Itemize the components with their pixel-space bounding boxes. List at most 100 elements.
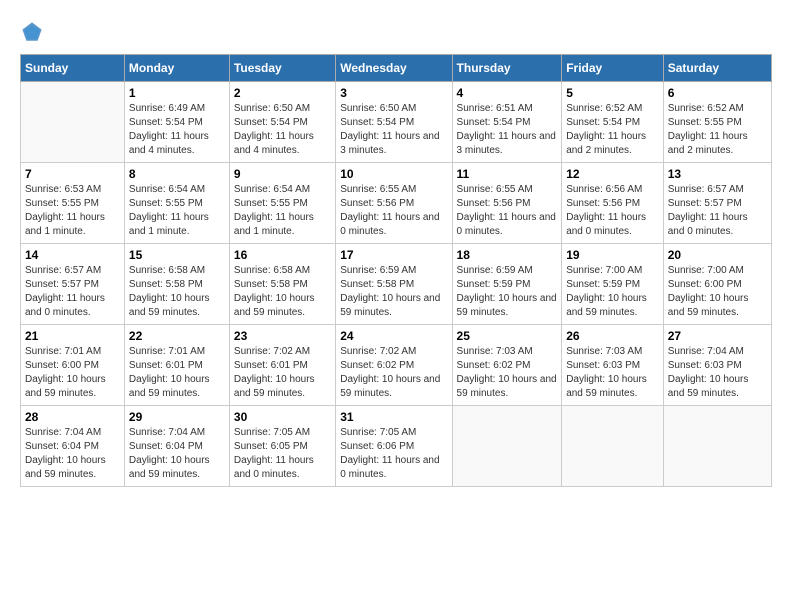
day-number: 15 [129, 248, 225, 262]
day-cell: 14 Sunrise: 6:57 AMSunset: 5:57 PMDayligh… [21, 244, 125, 325]
day-info: Sunrise: 6:51 AMSunset: 5:54 PMDaylight:… [457, 102, 558, 158]
day-cell: 23Sunrise: 7:02 AMSunset: 6:01 PMDayligh… [229, 325, 335, 406]
day-cell: 10 Sunrise: 6:55 AMSunset: 5:56 PMDayligh… [336, 163, 452, 244]
day-info: Sunrise: 6:54 AMSunset: 5:55 PMDaylight:… [234, 183, 331, 239]
day-cell: 16 Sunrise: 6:58 AMSunset: 5:58 PMDayligh… [229, 244, 335, 325]
day-number: 1 [129, 86, 225, 100]
week-row-5: 28 Sunrise: 7:04 AMSunset: 6:04 PMDayligh… [21, 406, 772, 487]
day-cell: 13 Sunrise: 6:57 AMSunset: 5:57 PMDayligh… [663, 163, 771, 244]
day-number: 25 [457, 329, 558, 343]
calendar-header: SundayMondayTuesdayWednesdayThursdayFrid… [21, 55, 772, 82]
day-info: Sunrise: 6:55 AMSunset: 5:56 PMDaylight:… [457, 183, 558, 239]
day-number: 21 [25, 329, 120, 343]
header-wednesday: Wednesday [336, 55, 452, 82]
day-number: 8 [129, 167, 225, 181]
day-cell: 2 Sunrise: 6:50 AMSunset: 5:54 PMDaylight… [229, 82, 335, 163]
calendar-table: SundayMondayTuesdayWednesdayThursdayFrid… [20, 54, 772, 487]
day-cell: 18 Sunrise: 6:59 AMSunset: 5:59 PMDayligh… [452, 244, 562, 325]
day-cell: 28 Sunrise: 7:04 AMSunset: 6:04 PMDayligh… [21, 406, 125, 487]
day-cell: 15 Sunrise: 6:58 AMSunset: 5:58 PMDayligh… [124, 244, 229, 325]
day-info: Sunrise: 7:04 AMSunset: 6:04 PMDaylight:… [129, 426, 225, 482]
day-info: Sunrise: 7:05 AMSunset: 6:06 PMDaylight:… [340, 426, 447, 482]
day-number: 13 [668, 167, 767, 181]
day-number: 10 [340, 167, 447, 181]
day-number: 20 [668, 248, 767, 262]
day-cell: 29Sunrise: 7:04 AMSunset: 6:04 PMDayligh… [124, 406, 229, 487]
header-thursday: Thursday [452, 55, 562, 82]
day-cell: 6 Sunrise: 6:52 AMSunset: 5:55 PMDaylight… [663, 82, 771, 163]
day-info: Sunrise: 6:52 AMSunset: 5:55 PMDaylight:… [668, 102, 767, 158]
header-saturday: Saturday [663, 55, 771, 82]
day-info: Sunrise: 6:55 AMSunset: 5:56 PMDaylight:… [340, 183, 447, 239]
day-cell: 8 Sunrise: 6:54 AMSunset: 5:55 PMDaylight… [124, 163, 229, 244]
day-number: 11 [457, 167, 558, 181]
day-cell: 22 Sunrise: 7:01 AMSunset: 6:01 PMDayligh… [124, 325, 229, 406]
day-info: Sunrise: 7:01 AMSunset: 6:00 PMDaylight:… [25, 345, 120, 401]
calendar-body: 1Sunrise: 6:49 AMSunset: 5:54 PMDaylight… [21, 82, 772, 487]
day-number: 18 [457, 248, 558, 262]
day-cell: 31Sunrise: 7:05 AMSunset: 6:06 PMDayligh… [336, 406, 452, 487]
day-number: 3 [340, 86, 447, 100]
day-number: 7 [25, 167, 120, 181]
day-cell: 5 Sunrise: 6:52 AMSunset: 5:54 PMDaylight… [562, 82, 664, 163]
day-cell: 7Sunrise: 6:53 AMSunset: 5:55 PMDaylight… [21, 163, 125, 244]
week-row-1: 1Sunrise: 6:49 AMSunset: 5:54 PMDaylight… [21, 82, 772, 163]
header-row: SundayMondayTuesdayWednesdayThursdayFrid… [21, 55, 772, 82]
page-header [20, 20, 772, 44]
day-number: 9 [234, 167, 331, 181]
day-cell [21, 82, 125, 163]
day-cell: 30 Sunrise: 7:05 AMSunset: 6:05 PMDayligh… [229, 406, 335, 487]
day-info: Sunrise: 6:58 AMSunset: 5:58 PMDaylight:… [129, 264, 225, 320]
day-info: Sunrise: 6:57 AMSunset: 5:57 PMDaylight:… [668, 183, 767, 239]
day-number: 19 [566, 248, 659, 262]
day-cell: 25 Sunrise: 7:03 AMSunset: 6:02 PMDayligh… [452, 325, 562, 406]
day-number: 28 [25, 410, 120, 424]
week-row-4: 21 Sunrise: 7:01 AMSunset: 6:00 PMDayligh… [21, 325, 772, 406]
day-info: Sunrise: 7:05 AMSunset: 6:05 PMDaylight:… [234, 426, 331, 482]
day-cell [663, 406, 771, 487]
day-info: Sunrise: 6:52 AMSunset: 5:54 PMDaylight:… [566, 102, 659, 158]
day-cell: 12 Sunrise: 6:56 AMSunset: 5:56 PMDayligh… [562, 163, 664, 244]
day-cell: 24Sunrise: 7:02 AMSunset: 6:02 PMDayligh… [336, 325, 452, 406]
day-cell [452, 406, 562, 487]
day-number: 14 [25, 248, 120, 262]
day-number: 16 [234, 248, 331, 262]
day-info: Sunrise: 6:59 AMSunset: 5:59 PMDaylight:… [457, 264, 558, 320]
day-info: Sunrise: 7:03 AMSunset: 6:02 PMDaylight:… [457, 345, 558, 401]
day-cell: 27 Sunrise: 7:04 AMSunset: 6:03 PMDayligh… [663, 325, 771, 406]
day-number: 17 [340, 248, 447, 262]
day-number: 30 [234, 410, 331, 424]
day-number: 22 [129, 329, 225, 343]
day-info: Sunrise: 7:00 AMSunset: 6:00 PMDaylight:… [668, 264, 767, 320]
day-number: 12 [566, 167, 659, 181]
day-info: Sunrise: 7:01 AMSunset: 6:01 PMDaylight:… [129, 345, 225, 401]
day-number: 27 [668, 329, 767, 343]
day-info: Sunrise: 7:02 AMSunset: 6:02 PMDaylight:… [340, 345, 447, 401]
day-cell: 9 Sunrise: 6:54 AMSunset: 5:55 PMDaylight… [229, 163, 335, 244]
day-info: Sunrise: 7:02 AMSunset: 6:01 PMDaylight:… [234, 345, 331, 401]
day-info: Sunrise: 7:00 AMSunset: 5:59 PMDaylight:… [566, 264, 659, 320]
day-number: 5 [566, 86, 659, 100]
day-info: Sunrise: 6:54 AMSunset: 5:55 PMDaylight:… [129, 183, 225, 239]
day-cell: 4 Sunrise: 6:51 AMSunset: 5:54 PMDaylight… [452, 82, 562, 163]
day-number: 6 [668, 86, 767, 100]
day-cell: 19 Sunrise: 7:00 AMSunset: 5:59 PMDayligh… [562, 244, 664, 325]
day-cell: 17Sunrise: 6:59 AMSunset: 5:58 PMDayligh… [336, 244, 452, 325]
day-number: 2 [234, 86, 331, 100]
day-info: Sunrise: 6:56 AMSunset: 5:56 PMDaylight:… [566, 183, 659, 239]
day-info: Sunrise: 6:58 AMSunset: 5:58 PMDaylight:… [234, 264, 331, 320]
day-cell: 21 Sunrise: 7:01 AMSunset: 6:00 PMDayligh… [21, 325, 125, 406]
day-cell: 3Sunrise: 6:50 AMSunset: 5:54 PMDaylight… [336, 82, 452, 163]
day-cell: 26Sunrise: 7:03 AMSunset: 6:03 PMDayligh… [562, 325, 664, 406]
day-info: Sunrise: 7:04 AMSunset: 6:03 PMDaylight:… [668, 345, 767, 401]
day-number: 4 [457, 86, 558, 100]
day-cell: 11 Sunrise: 6:55 AMSunset: 5:56 PMDayligh… [452, 163, 562, 244]
header-sunday: Sunday [21, 55, 125, 82]
day-info: Sunrise: 6:50 AMSunset: 5:54 PMDaylight:… [234, 102, 331, 158]
week-row-2: 7Sunrise: 6:53 AMSunset: 5:55 PMDaylight… [21, 163, 772, 244]
day-info: Sunrise: 6:57 AMSunset: 5:57 PMDaylight:… [25, 264, 120, 320]
day-info: Sunrise: 7:04 AMSunset: 6:04 PMDaylight:… [25, 426, 120, 482]
day-info: Sunrise: 7:03 AMSunset: 6:03 PMDaylight:… [566, 345, 659, 401]
header-tuesday: Tuesday [229, 55, 335, 82]
day-cell: 20 Sunrise: 7:00 AMSunset: 6:00 PMDayligh… [663, 244, 771, 325]
